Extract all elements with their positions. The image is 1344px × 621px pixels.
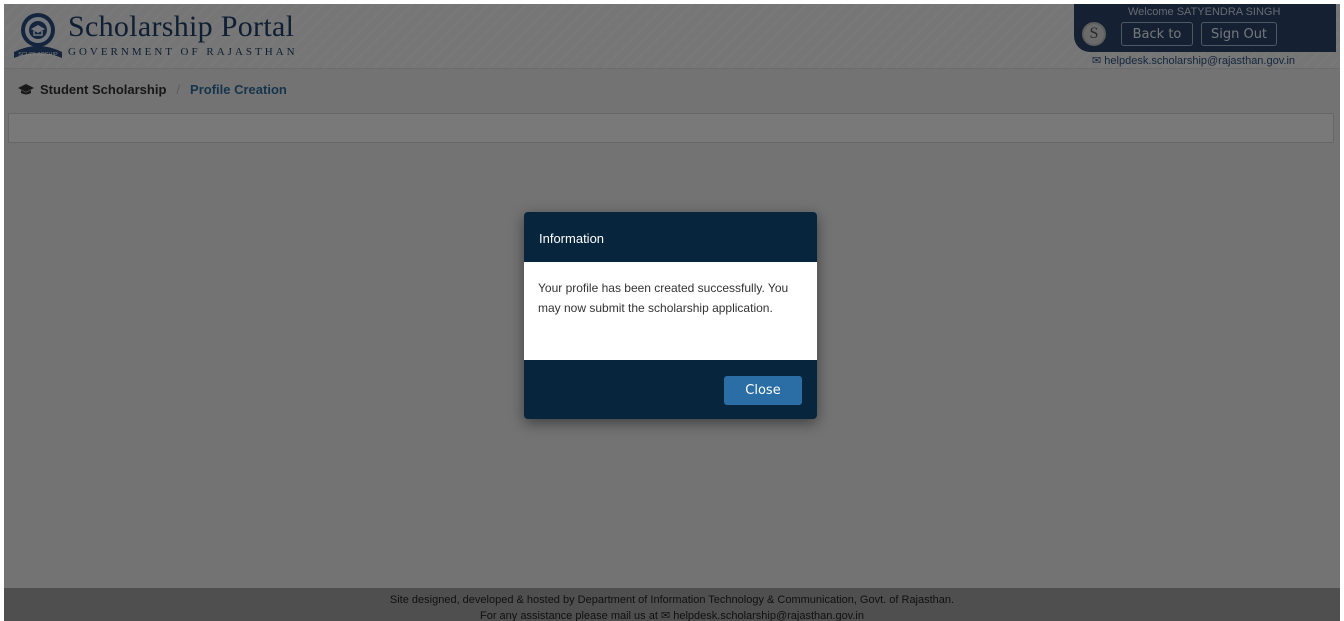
close-button[interactable]: Close <box>724 376 802 405</box>
dialog-title: Information <box>539 231 605 246</box>
information-dialog: Information Your profile has been create… <box>524 212 817 419</box>
dialog-body: Your profile has been created successful… <box>524 262 817 360</box>
page: SCHOLARSHIP Scholarship Portal GOVERNMEN… <box>4 4 1340 621</box>
dialog-header: Information <box>524 212 817 262</box>
dialog-message: Your profile has been created successful… <box>538 281 789 315</box>
